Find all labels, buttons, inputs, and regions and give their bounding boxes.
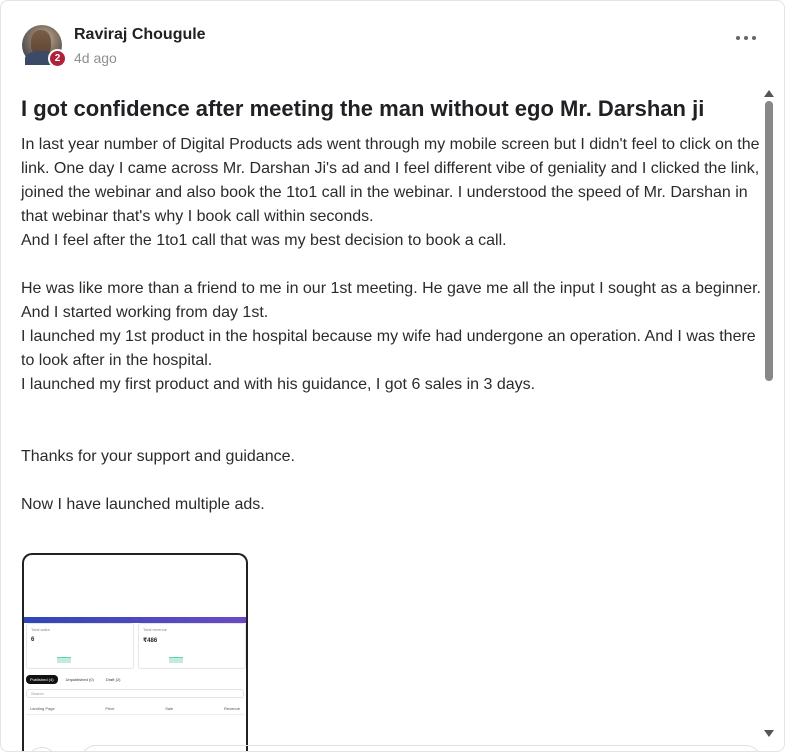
post-paragraph bbox=[21, 253, 761, 277]
more-options-icon[interactable] bbox=[736, 31, 756, 45]
column-header: Revenue bbox=[223, 706, 240, 711]
post-paragraph: I launched my first product and with his… bbox=[21, 376, 536, 393]
screenshot-tab: Published (4) bbox=[26, 675, 58, 684]
post-paragraph: And I started working from day 1st. bbox=[21, 304, 269, 321]
dot bbox=[736, 36, 740, 40]
vertical-scrollbar[interactable] bbox=[763, 89, 775, 739]
post-paragraph: He was like more than a friend to me in … bbox=[21, 280, 761, 297]
screenshot-search: Search bbox=[26, 689, 244, 698]
scroll-down-arrow-icon[interactable] bbox=[764, 730, 774, 737]
author-name[interactable]: Raviraj Chougule bbox=[74, 26, 206, 44]
sparkline bbox=[169, 657, 183, 663]
level-badge: 2 bbox=[48, 49, 67, 68]
stat-label: Total revenue bbox=[143, 627, 168, 632]
dot bbox=[744, 36, 748, 40]
column-header: Price bbox=[105, 706, 115, 711]
post-paragraph: Now I have launched multiple ads. bbox=[21, 496, 265, 513]
post-paragraph bbox=[21, 469, 761, 493]
post-timestamp[interactable]: 4d ago bbox=[74, 50, 206, 66]
sparkline bbox=[57, 657, 71, 663]
post-header: 2 Raviraj Chougule 4d ago bbox=[22, 25, 206, 68]
post-body: In last year number of Digital Products … bbox=[21, 133, 761, 517]
scroll-thumb[interactable] bbox=[765, 101, 773, 381]
stat-card: Total sales 6 bbox=[26, 623, 134, 669]
post-paragraph: In last year number of Digital Products … bbox=[21, 136, 760, 225]
post-meta: Raviraj Chougule 4d ago bbox=[74, 25, 206, 66]
post-paragraph bbox=[21, 421, 761, 445]
post-paragraph: Thanks for your support and guidance. bbox=[21, 448, 295, 465]
post-paragraph: And I feel after the 1to1 call that was … bbox=[21, 232, 507, 249]
column-header: Landing Page bbox=[30, 706, 55, 711]
screenshot-table-header: Landing Page Price Sale Revenue bbox=[26, 705, 244, 715]
screenshot-tab: Unpublished (0) bbox=[65, 677, 94, 682]
stat-value: 6 bbox=[31, 637, 35, 643]
stat-label: Total sales bbox=[31, 627, 50, 632]
stat-value: ₹486 bbox=[143, 638, 158, 644]
screenshot-tab: Draft (2) bbox=[105, 677, 121, 682]
column-header: Sale bbox=[165, 706, 174, 711]
comment-input[interactable] bbox=[81, 745, 761, 751]
scroll-up-arrow-icon[interactable] bbox=[764, 90, 774, 97]
attached-screenshot[interactable]: Total sales 6 Total revenue ₹486 Publish… bbox=[22, 553, 248, 751]
post-card: 2 Raviraj Chougule 4d ago I got confiden… bbox=[0, 0, 785, 752]
stat-card: Total revenue ₹486 bbox=[138, 623, 246, 669]
dot bbox=[752, 36, 756, 40]
post-paragraph bbox=[21, 397, 761, 421]
author-avatar[interactable]: 2 bbox=[22, 25, 67, 68]
screenshot-tabs: Published (4) Unpublished (0) Draft (2) bbox=[26, 675, 125, 684]
post-title: I got confidence after meeting the man w… bbox=[21, 96, 705, 121]
post-paragraph: I launched my 1st product in the hospita… bbox=[21, 328, 756, 369]
